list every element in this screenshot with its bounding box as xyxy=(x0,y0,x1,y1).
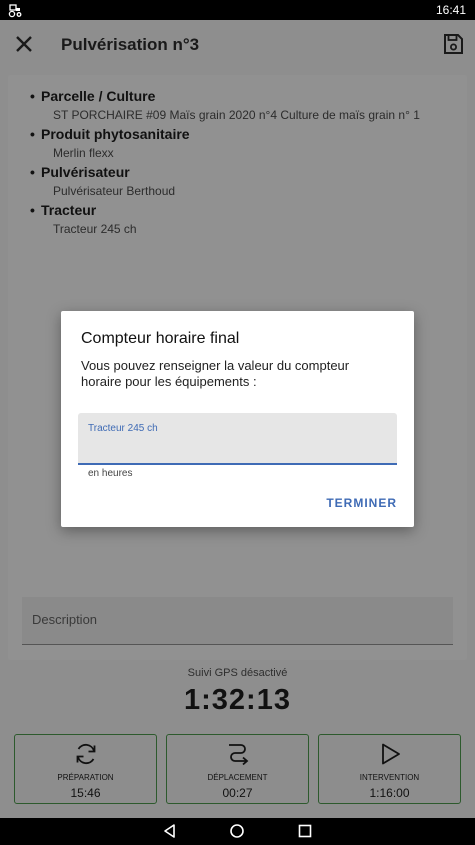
detail-title: Tracteur xyxy=(30,201,451,220)
stage-intervention-button[interactable]: INTERVENTION 1:16:00 xyxy=(318,734,461,804)
stage-time: 15:46 xyxy=(70,786,101,800)
app-bar: Pulvérisation n°3 xyxy=(0,20,475,68)
detail-tractor: Tracteur Tracteur 245 ch xyxy=(30,201,451,239)
dialog-message: Vous pouvez renseigner la valeur du comp… xyxy=(81,358,350,389)
elapsed-timer: 1:32:13 xyxy=(184,684,291,716)
stage-time: 00:27 xyxy=(222,786,253,800)
refresh-icon xyxy=(76,743,96,765)
detail-value: Pulvérisateur Berthoud xyxy=(53,184,176,198)
close-icon[interactable] xyxy=(12,32,36,56)
stage-label: PRÉPARATION xyxy=(57,773,114,782)
stage-travel-button[interactable]: DÉPLACEMENT 00:27 xyxy=(166,734,309,804)
back-icon[interactable] xyxy=(162,823,178,839)
detail-product: Produit phytosanitaire Merlin flexx xyxy=(30,125,451,163)
stage-label: INTERVENTION xyxy=(359,773,420,782)
description-label: Description xyxy=(32,612,98,627)
status-bar: 16:41 xyxy=(0,0,475,20)
status-time: 16:41 xyxy=(435,3,466,17)
detail-value: Tracteur 245 ch xyxy=(53,222,137,236)
detail-title: Pulvérisateur xyxy=(30,163,451,182)
detail-sprayer: Pulvérisateur Pulvérisateur Berthoud xyxy=(30,163,451,201)
stage-time: 1:16:00 xyxy=(369,786,410,800)
home-icon[interactable] xyxy=(229,823,245,839)
detail-title: Parcelle / Culture xyxy=(30,87,451,106)
gps-status: Suivi GPS désactivé xyxy=(187,667,288,679)
detail-value: Merlin flexx xyxy=(53,146,114,160)
hour-meter-label: Tracteur 245 ch xyxy=(88,423,158,434)
details-list: Parcelle / Culture ST PORCHAIRE #09 Maïs… xyxy=(30,87,451,239)
page-title: Pulvérisation n°3 xyxy=(61,35,200,54)
play-icon xyxy=(382,743,400,765)
description-input[interactable]: Description xyxy=(22,597,453,645)
route-icon xyxy=(229,744,249,766)
dialog-title: Compteur horaire final xyxy=(81,330,240,347)
stage-preparation-button[interactable]: PRÉPARATION 15:46 xyxy=(14,734,157,804)
system-nav-bar xyxy=(0,818,475,845)
detail-value: ST PORCHAIRE #09 Maïs grain 2020 n°4 Cul… xyxy=(53,108,420,122)
detail-title: Produit phytosanitaire xyxy=(30,125,451,144)
tractor-icon xyxy=(8,4,22,18)
stage-label: DÉPLACEMENT xyxy=(207,773,268,782)
recents-icon[interactable] xyxy=(297,823,313,839)
save-icon[interactable] xyxy=(441,32,465,56)
hour-meter-input[interactable]: Tracteur 245 ch xyxy=(78,413,397,465)
hour-meter-helper: en heures xyxy=(88,468,133,479)
terminate-button[interactable]: TERMINER xyxy=(326,496,397,510)
detail-parcel: Parcelle / Culture ST PORCHAIRE #09 Maïs… xyxy=(30,87,451,125)
final-hour-meter-dialog: Compteur horaire final Vous pouvez rense… xyxy=(61,311,414,527)
